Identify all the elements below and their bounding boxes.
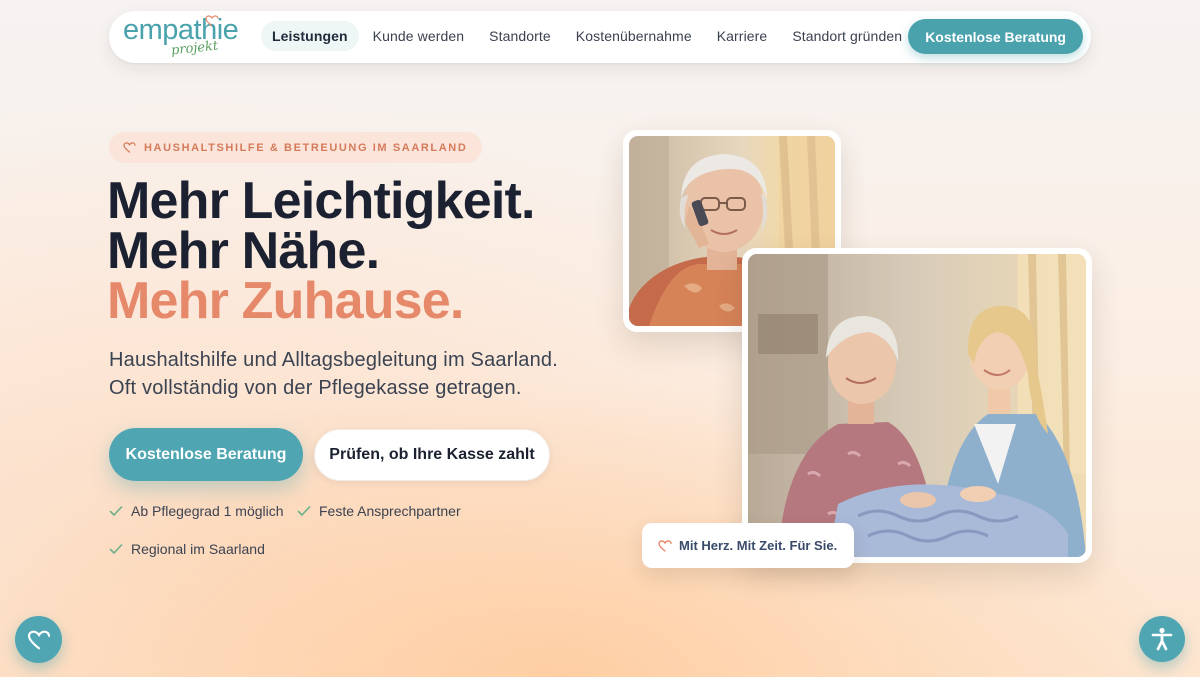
logo-heart-icon	[205, 15, 219, 27]
check-icon	[297, 506, 311, 516]
nav-item-leistungen[interactable]: Leistungen	[261, 21, 359, 51]
top-navigation: empathie projekt Leistungen Kunde werden…	[109, 11, 1091, 63]
check-item-label: Regional im Saarland	[131, 541, 265, 557]
check-insurance-button[interactable]: Prüfen, ob Ihre Kasse zahlt	[314, 429, 550, 481]
nav-item-kunde-werden[interactable]: Kunde werden	[362, 21, 476, 51]
heart-icon	[658, 539, 672, 552]
hero-lead-text: Haushaltshilfe und Alltagsbegleitung im …	[109, 349, 558, 399]
heart-icon	[123, 142, 136, 153]
photo-tagline-card: Mit Herz. Mit Zeit. Für Sie.	[642, 523, 854, 568]
accessibility-icon	[1151, 627, 1173, 651]
nav-item-karriere[interactable]: Karriere	[706, 21, 779, 51]
nav-item-kostenuebernahme[interactable]: Kostenübernahme	[565, 21, 703, 51]
nav-consultation-button[interactable]: Kostenlose Beratung	[908, 19, 1083, 54]
logo[interactable]: empathie projekt	[123, 15, 239, 61]
check-icon	[109, 544, 123, 554]
headline-line-3: Mehr Zuhause.	[107, 272, 464, 330]
check-item: Ab Pflegegrad 1 möglich	[109, 503, 284, 519]
hero-badge: HAUSHALTSHILFE & BETREUUNG IM SAARLAND	[109, 132, 483, 163]
caregiver-with-senior-illustration	[748, 254, 1086, 557]
logo-wordmark: empathie	[123, 14, 239, 46]
check-item-label: Feste Ansprechpartner	[319, 503, 461, 519]
nav-item-standorte[interactable]: Standorte	[478, 21, 562, 51]
consultation-button[interactable]: Kostenlose Beratung	[109, 428, 303, 481]
check-item-label: Ab Pflegegrad 1 möglich	[131, 503, 284, 519]
check-icon	[109, 506, 123, 516]
headline-line-2: Mehr Nähe.	[107, 222, 380, 280]
headline-line-1: Mehr Leichtigkeit.	[107, 172, 535, 230]
heart-icon	[27, 630, 50, 649]
photo-tagline: Mit Herz. Mit Zeit. Für Sie.	[679, 538, 838, 553]
hero-headline: Mehr Leichtigkeit. Mehr Nähe. Mehr Zuhau…	[107, 172, 535, 330]
hero-badge-label: HAUSHALTSHILFE & BETREUUNG IM SAARLAND	[144, 141, 468, 154]
heart-floating-button[interactable]	[15, 616, 62, 663]
check-item: Regional im Saarland	[109, 541, 265, 557]
check-item: Feste Ansprechpartner	[297, 503, 461, 519]
nav-item-standort-gruenden[interactable]: Standort gründen	[781, 21, 913, 51]
main-menu: Leistungen Kunde werden Standorte Kosten…	[261, 21, 916, 51]
photo-caregiver-with-senior	[742, 248, 1092, 563]
accessibility-button[interactable]	[1139, 616, 1185, 662]
